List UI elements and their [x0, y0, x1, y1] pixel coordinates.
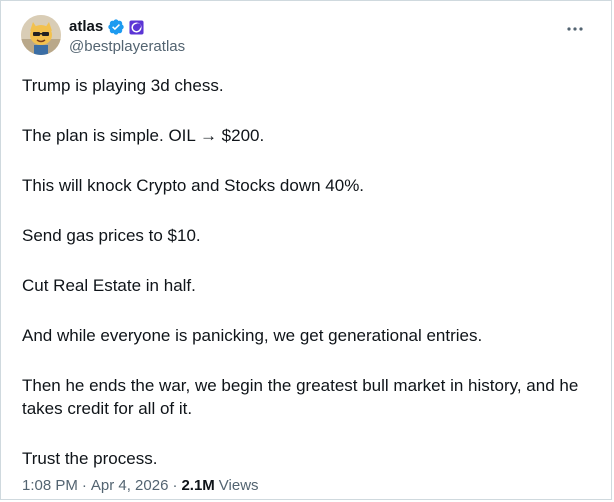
- views-label: Views: [218, 477, 259, 494]
- meta-separator: ·: [81, 477, 87, 494]
- tweet-paragraph: Then he ends the war, we begin the great…: [22, 376, 579, 418]
- tweet-header: atlas @bestplayeratlas: [21, 15, 591, 59]
- tweet-card: atlas @bestplayeratlas Trump is playing …: [0, 0, 612, 500]
- verified-badge-icon[interactable]: [107, 18, 125, 36]
- affiliate-badge-icon[interactable]: [129, 19, 144, 35]
- cartoon-avatar-icon: [21, 15, 61, 55]
- author-names: atlas @bestplayeratlas: [69, 17, 185, 57]
- tweet-date[interactable]: Apr 4, 2026: [91, 476, 169, 496]
- author-handle[interactable]: @bestplayeratlas: [69, 37, 185, 57]
- meta-separator: ·: [172, 477, 178, 494]
- tweet-paragraph: The plan is simple. OIL → $200.: [22, 126, 265, 145]
- views-count[interactable]: 2.1M: [181, 476, 214, 496]
- tweet-paragraph: And while everyone is panicking, we get …: [22, 326, 483, 345]
- display-name[interactable]: atlas: [69, 17, 103, 37]
- tweet-paragraph: Trump is playing 3d chess.: [22, 76, 224, 95]
- more-options-button[interactable]: [565, 19, 585, 39]
- tweet-text: Trump is playing 3d chess. The plan is s…: [22, 74, 594, 497]
- tweet-paragraph: Send gas prices to $10.: [22, 226, 201, 245]
- name-row: atlas: [69, 17, 185, 37]
- avatar[interactable]: [21, 15, 61, 55]
- tweet-meta: 1:08 PM · Apr 4, 2026 · 2.1M Views: [22, 476, 259, 496]
- tweet-paragraph: Cut Real Estate in half.: [22, 276, 196, 295]
- tweet-time[interactable]: 1:08 PM: [22, 476, 78, 496]
- tweet-paragraph: Trust the process.: [22, 449, 158, 468]
- tweet-paragraph: This will knock Crypto and Stocks down 4…: [22, 176, 365, 195]
- more-options-icon: [567, 27, 583, 31]
